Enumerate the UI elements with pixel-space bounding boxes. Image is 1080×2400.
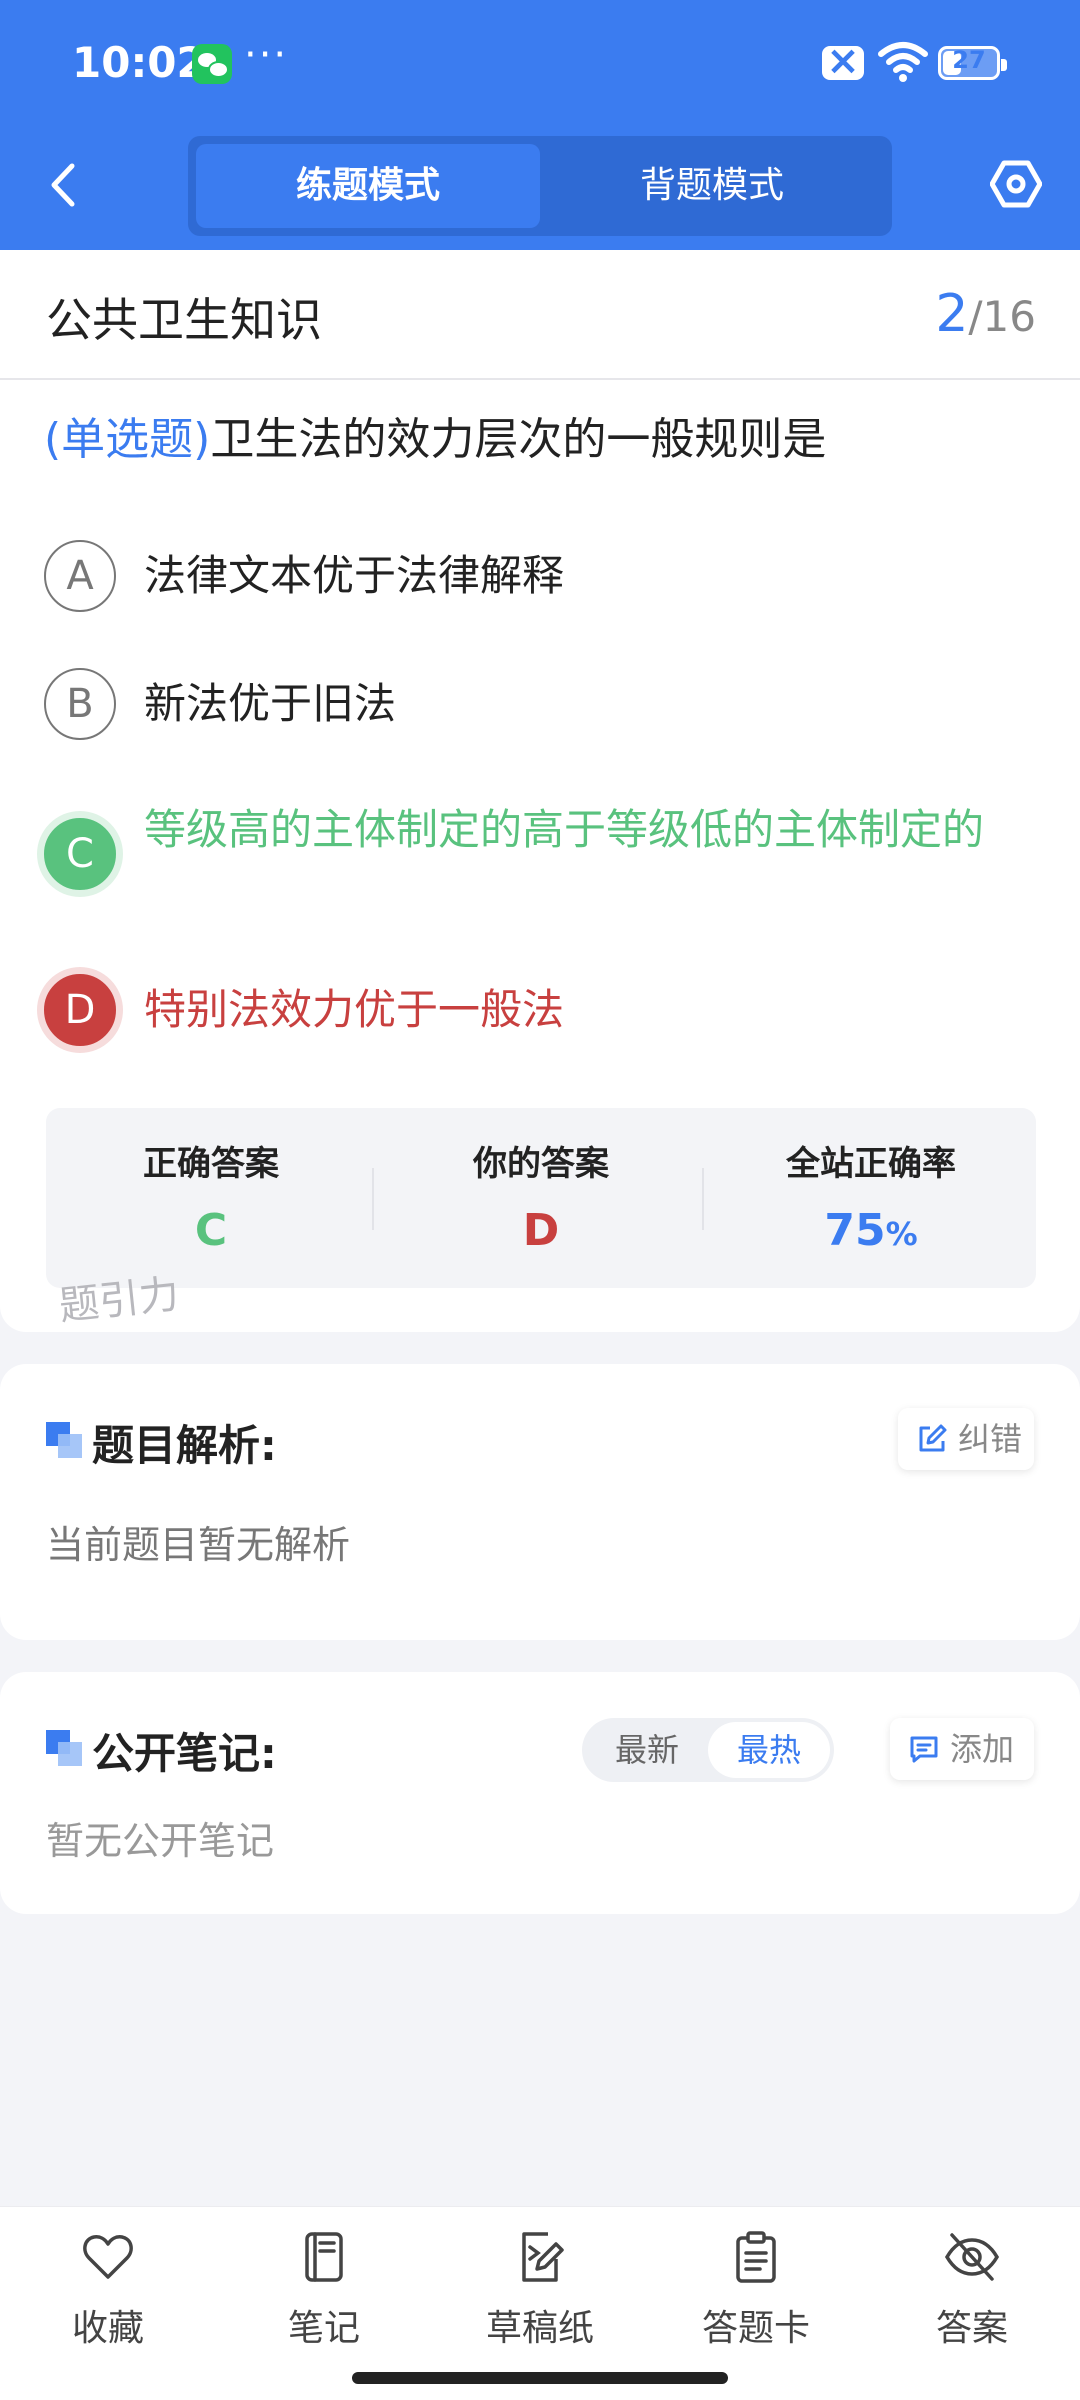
nav-answer[interactable]: 答案 [864,2229,1080,2359]
nav-draft-paper[interactable]: 草稿纸 [432,2229,648,2359]
edit-icon [919,1424,947,1452]
analysis-body: 当前题目暂无解析 [46,1523,351,1567]
question-progress: 2/16 [935,284,1036,344]
more-notifications-icon: ··· [244,32,289,78]
notes-sort-toggle: 最新 最热 [582,1718,834,1782]
notebook-icon [305,2232,343,2282]
answer-sheet-icon [736,2231,776,2283]
back-arrow-icon[interactable] [44,160,84,210]
option-letter: A [44,540,116,612]
analysis-section [0,1364,1080,1640]
section-marker-icon [46,1422,82,1458]
eye-off-icon [944,2233,1000,2281]
add-note-button[interactable]: 添加 [890,1718,1034,1780]
feedback-button[interactable]: 纠错 [898,1408,1034,1470]
option-text: 特别法效力优于一般法 [144,985,565,1034]
wifi-icon [878,42,928,82]
heart-icon [83,2235,133,2279]
option-letter: D [44,974,116,1046]
settings-icon[interactable] [990,158,1042,210]
comment-icon [910,1736,938,1763]
section-marker-icon [46,1730,82,1766]
site-accuracy: 全站正确率 75% [706,1136,1036,1256]
option-text: 新法优于旧法 [144,679,397,728]
notes-title: 公开笔记: [92,1729,277,1778]
home-indicator[interactable] [352,2372,728,2384]
sort-hot[interactable]: 最热 [708,1722,830,1778]
notes-body: 暂无公开笔记 [46,1819,275,1863]
tab-practice-mode[interactable]: 练题模式 [196,144,540,228]
notes-section [0,1672,1080,1914]
tab-recite-mode[interactable]: 背题模式 [540,144,884,228]
battery-icon: 27 [938,46,1007,80]
nav-favorite[interactable]: 收藏 [0,2229,216,2359]
sort-latest[interactable]: 最新 [586,1722,708,1778]
draft-paper-icon [522,2232,564,2282]
option-letter: C [44,818,116,890]
battery-level: 27 [952,46,986,74]
answer-summary: 正确答案 C 你的答案 D 全站正确率 75% [46,1108,1036,1288]
no-sim-icon [822,38,864,84]
status-bar: 10:02 ··· 27 [0,0,1080,125]
option-text: 法律文本优于法律解释 [144,551,565,600]
status-time: 10:02 [72,38,206,87]
subject-title: 公共卫生知识 [46,293,322,347]
wechat-icon [192,44,232,84]
option-text: 等级高的主体制定的高于等级低的主体制定的 [144,805,985,854]
nav-notes[interactable]: 笔记 [216,2229,432,2359]
total-questions: /16 [968,292,1036,341]
nav-answer-sheet[interactable]: 答题卡 [648,2229,864,2359]
question-text: 卫生法的效力层次的一般规则是 [210,414,827,465]
header: 10:02 ··· 27 练题模式 背题模式 [0,0,1080,250]
site-accuracy-value: 75% [824,1205,918,1256]
bottom-nav: 收藏 笔记 草稿纸 答题卡 答案 [0,2206,1080,2400]
analysis-title: 题目解析: [92,1421,277,1470]
divider [0,378,1080,380]
correct-answer: 正确答案 C [46,1136,376,1256]
your-answer: 你的答案 D [376,1136,706,1256]
current-question-number: 2 [935,284,969,344]
mode-switch: 练题模式 背题模式 [188,136,892,236]
your-answer-value: D [522,1205,560,1256]
correct-answer-value: C [194,1205,228,1256]
option-letter: B [44,668,116,740]
question-stem: (单选题)卫生法的效力层次的一般规则是 [44,408,1044,472]
question-type: (单选题) [44,414,211,465]
